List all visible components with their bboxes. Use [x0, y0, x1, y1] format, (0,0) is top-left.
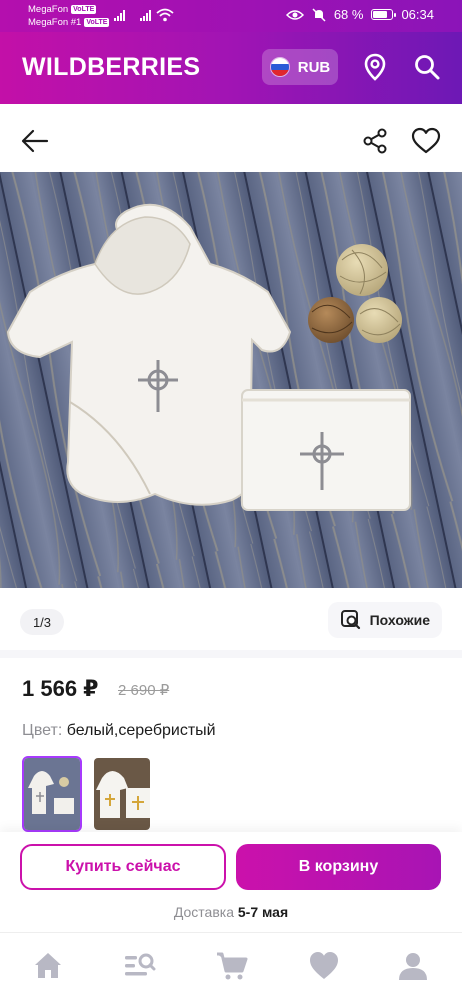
purchase-bar: Купить сейчас В корзину Доставка 5-7 мая: [0, 832, 462, 932]
variant-thumbnail: [24, 758, 80, 830]
delivery-label: Доставка: [173, 904, 234, 920]
image-counter: 1/3: [20, 609, 64, 635]
color-label: Цвет:: [22, 722, 63, 739]
battery-icon: [371, 9, 397, 20]
heart-icon[interactable]: [411, 126, 441, 156]
variant-thumbnail: [94, 758, 150, 830]
add-to-cart-button[interactable]: В корзину: [236, 844, 441, 890]
carrier-2: MegaFon #1: [28, 17, 82, 28]
color-value: белый,серебристый: [66, 722, 216, 739]
profile-icon[interactable]: [396, 949, 430, 983]
cart-icon[interactable]: [215, 949, 249, 983]
buy-now-button[interactable]: Купить сейчас: [20, 844, 226, 890]
variant-gold-cross[interactable]: [92, 756, 152, 832]
section-divider: [0, 650, 462, 658]
current-price: 1 566 ₽: [22, 676, 99, 701]
eye-icon: [285, 9, 304, 20]
currency-selector[interactable]: RUB: [262, 49, 338, 85]
product-photo[interactable]: [0, 172, 462, 588]
home-icon[interactable]: [31, 949, 65, 983]
wifi-icon: [156, 8, 174, 22]
volte-badge: VoLTE: [84, 18, 110, 27]
carrier-info: MegaFon VoLTE MegaFon #1 VoLTE: [28, 3, 110, 29]
carrier-1: MegaFon: [28, 4, 69, 15]
battery-percent: 68 %: [333, 7, 364, 22]
currency-label: RUB: [297, 58, 331, 76]
gallery-controls: 1/3 Похожие: [0, 588, 462, 650]
delivery-info: Доставка 5-7 мая: [0, 904, 462, 920]
search-icon[interactable]: [412, 52, 442, 82]
product-toolbar: [0, 104, 462, 172]
catalog-search-icon[interactable]: [122, 949, 156, 983]
status-bar: MegaFon VoLTE MegaFon #1 VoLTE 68 % 06:34: [0, 0, 462, 32]
status-right: 68 % 06:34: [285, 7, 434, 22]
back-arrow-icon[interactable]: [20, 126, 50, 156]
russia-flag-icon: [269, 57, 290, 77]
signal-icon: [114, 9, 125, 21]
color-variants: [22, 756, 152, 832]
color-row: Цвет: белый,серебристый: [22, 722, 216, 740]
location-pin-icon[interactable]: [360, 52, 390, 82]
similar-search-icon: [340, 610, 360, 630]
clock: 06:34: [401, 7, 434, 22]
volte-badge: VoLTE: [71, 5, 97, 14]
similar-label: Похожие: [369, 612, 430, 628]
similar-button[interactable]: Похожие: [327, 602, 442, 638]
product-image: [0, 172, 462, 588]
bottom-navigation: [0, 932, 462, 1000]
app-header: WILDBERRIES RUB: [0, 32, 462, 104]
logo[interactable]: WILDBERRIES: [22, 53, 200, 82]
favorites-icon[interactable]: [307, 949, 341, 983]
mute-bell-icon: [312, 7, 326, 22]
variant-silver-cross[interactable]: [22, 756, 82, 832]
share-icon[interactable]: [360, 126, 390, 156]
delivery-date: 5-7 мая: [237, 904, 289, 920]
signal-icon: [140, 9, 151, 21]
old-price: 2 690 ₽: [118, 682, 170, 699]
